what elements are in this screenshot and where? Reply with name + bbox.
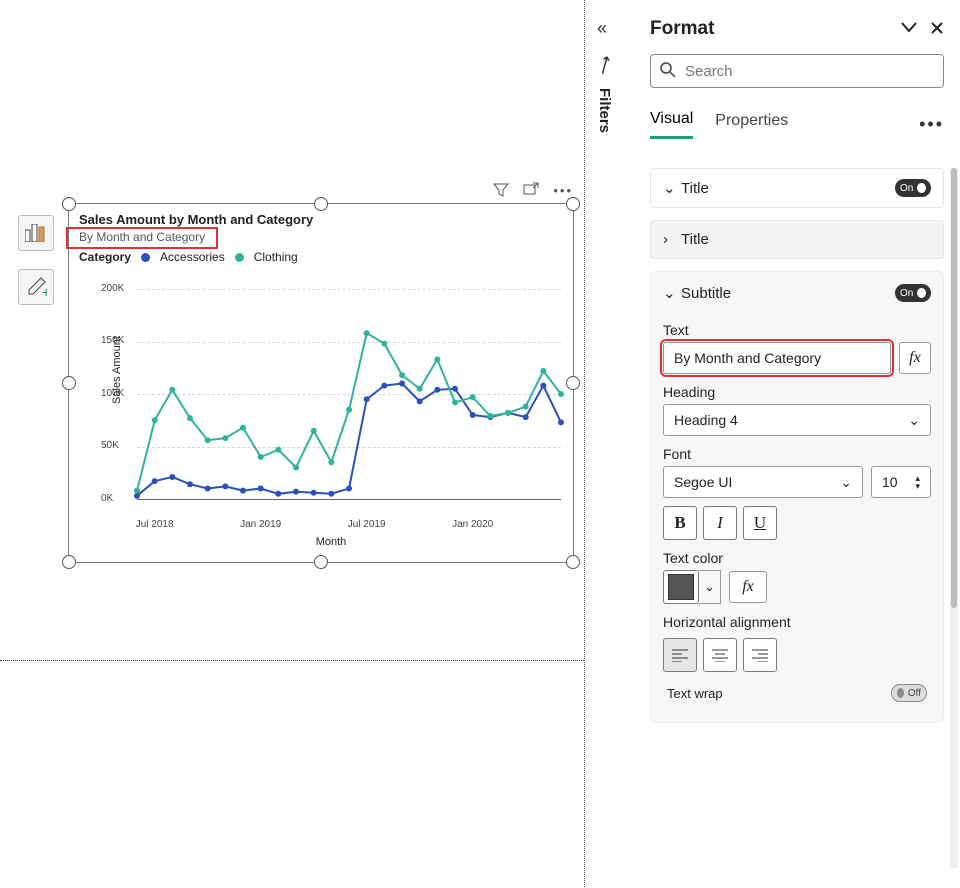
legend-label-accessories: Accessories bbox=[160, 250, 225, 264]
x-axis bbox=[137, 499, 561, 500]
more-options-icon[interactable]: ••• bbox=[553, 183, 573, 198]
resize-handle[interactable] bbox=[314, 197, 328, 211]
text-wrap-label: Text wrap bbox=[667, 686, 723, 701]
bold-button[interactable]: B bbox=[663, 506, 697, 540]
chart-legend: Category Accessories Clothing bbox=[69, 246, 573, 268]
x-tick: Jan 2020 bbox=[452, 519, 493, 530]
text-color-label: Text color bbox=[663, 550, 931, 566]
legend-title: Category bbox=[79, 250, 131, 264]
tabs-more-icon[interactable]: ••• bbox=[919, 114, 944, 135]
text-wrap-toggle[interactable]: Off bbox=[891, 684, 927, 702]
heading-select[interactable]: Heading 4 ⌄ bbox=[663, 404, 931, 436]
subtitle-card: ⌄Subtitle On Text By Month and Category … bbox=[650, 271, 944, 723]
y-tick: 100K bbox=[101, 388, 124, 399]
format-search-input[interactable] bbox=[685, 63, 935, 80]
collapse-pane-icon[interactable] bbox=[900, 19, 918, 40]
section-subtitle[interactable]: ⌄ Subtitle On bbox=[663, 284, 931, 310]
chart-plot-area: Sales Amount Month 0K 50K 100K 150K 200K… bbox=[101, 289, 561, 514]
color-dropdown[interactable]: ⌄ bbox=[699, 570, 721, 604]
resize-handle[interactable] bbox=[566, 555, 580, 569]
x-axis-label: Month bbox=[101, 536, 561, 548]
x-tick: Jul 2019 bbox=[348, 519, 386, 530]
section-title-label: Title bbox=[681, 180, 709, 197]
italic-button[interactable]: I bbox=[703, 506, 737, 540]
chevron-down-icon: ⌄ bbox=[908, 412, 920, 429]
subtitle-toggle[interactable]: On bbox=[895, 284, 931, 302]
text-wrap-row: Text wrap Off bbox=[663, 672, 931, 706]
x-tick: Jan 2019 bbox=[240, 519, 281, 530]
pane-scrollbar[interactable] bbox=[950, 168, 958, 868]
font-family-select[interactable]: Segoe UI ⌄ bbox=[663, 466, 863, 498]
filters-pane-label[interactable]: Filters bbox=[596, 88, 613, 133]
y-tick: 150K bbox=[101, 335, 124, 346]
font-size-input[interactable]: 10 ▴▾ bbox=[871, 466, 931, 498]
title-toggle[interactable]: On bbox=[895, 179, 931, 197]
subsection-title-label: Title bbox=[681, 231, 709, 248]
heading-field-label: Heading bbox=[663, 384, 931, 400]
chevron-down-icon: ⌄ bbox=[840, 474, 852, 491]
resize-handle[interactable] bbox=[566, 197, 580, 211]
visual-header-toolbar: ••• bbox=[493, 182, 573, 198]
canvas-page-boundary bbox=[0, 660, 584, 661]
expand-filters-icon[interactable]: « bbox=[597, 18, 607, 39]
line-series bbox=[137, 289, 561, 499]
subsection-title[interactable]: › Title bbox=[650, 220, 944, 259]
legend-swatch-clothing bbox=[235, 253, 244, 262]
text-field-label: Text bbox=[663, 322, 931, 338]
filter-icon[interactable] bbox=[493, 182, 509, 198]
filters-pane-collapsed: « Filters bbox=[584, 0, 634, 887]
format-pane-header: Format bbox=[650, 18, 944, 40]
align-left-button[interactable] bbox=[663, 638, 697, 672]
format-tabs: Visual Properties ••• bbox=[650, 110, 944, 140]
align-right-button[interactable] bbox=[743, 638, 777, 672]
section-subtitle-label: Subtitle bbox=[681, 285, 731, 302]
chevron-right-icon: › bbox=[663, 231, 675, 248]
y-tick: 0K bbox=[101, 493, 113, 504]
y-tick: 50K bbox=[101, 440, 119, 451]
format-search[interactable] bbox=[650, 54, 944, 88]
report-canvas[interactable]: + ••• Sales Amount by Month and Category… bbox=[0, 0, 584, 887]
section-title[interactable]: ⌄ Title On bbox=[650, 168, 944, 208]
resize-handle[interactable] bbox=[62, 555, 76, 569]
build-visual-button[interactable] bbox=[18, 215, 54, 251]
x-tick: Jul 2018 bbox=[136, 519, 174, 530]
chevron-down-icon: ⌄ bbox=[663, 284, 675, 302]
svg-text:+: + bbox=[42, 284, 47, 298]
spinner-icon[interactable]: ▴▾ bbox=[915, 474, 920, 490]
align-center-button[interactable] bbox=[703, 638, 737, 672]
format-visual-button[interactable]: + bbox=[18, 269, 54, 305]
text-color-picker[interactable] bbox=[663, 570, 699, 604]
halign-label: Horizontal alignment bbox=[663, 614, 931, 630]
tab-visual[interactable]: Visual bbox=[650, 110, 693, 139]
tab-properties[interactable]: Properties bbox=[715, 112, 788, 138]
legend-swatch-accessories bbox=[141, 253, 150, 262]
chevron-down-icon: ⌄ bbox=[663, 179, 675, 197]
close-pane-icon[interactable] bbox=[930, 19, 944, 40]
underline-button[interactable]: U bbox=[743, 506, 777, 540]
resize-handle[interactable] bbox=[62, 376, 76, 390]
resize-handle[interactable] bbox=[566, 376, 580, 390]
focus-mode-icon[interactable] bbox=[523, 182, 539, 198]
resize-handle[interactable] bbox=[314, 555, 328, 569]
color-swatch-icon bbox=[668, 574, 694, 600]
chart-subtitle: By Month and Category bbox=[69, 230, 215, 246]
legend-label-clothing: Clothing bbox=[254, 250, 298, 264]
y-tick: 200K bbox=[101, 283, 124, 294]
font-field-label: Font bbox=[663, 446, 931, 462]
fx-button[interactable]: fx bbox=[899, 342, 931, 374]
visual-format-rail: + bbox=[18, 215, 54, 305]
chart-visual[interactable]: ••• Sales Amount by Month and Category B… bbox=[68, 203, 574, 563]
format-pane-title: Format bbox=[650, 18, 714, 40]
resize-handle[interactable] bbox=[62, 197, 76, 211]
search-icon bbox=[659, 61, 677, 82]
filters-icon[interactable] bbox=[592, 53, 619, 82]
fx-button[interactable]: fx bbox=[729, 571, 767, 603]
subtitle-text-input[interactable]: By Month and Category bbox=[663, 342, 891, 374]
format-pane: Format Visual Properties ••• ⌄ Title On ›… bbox=[634, 0, 960, 887]
